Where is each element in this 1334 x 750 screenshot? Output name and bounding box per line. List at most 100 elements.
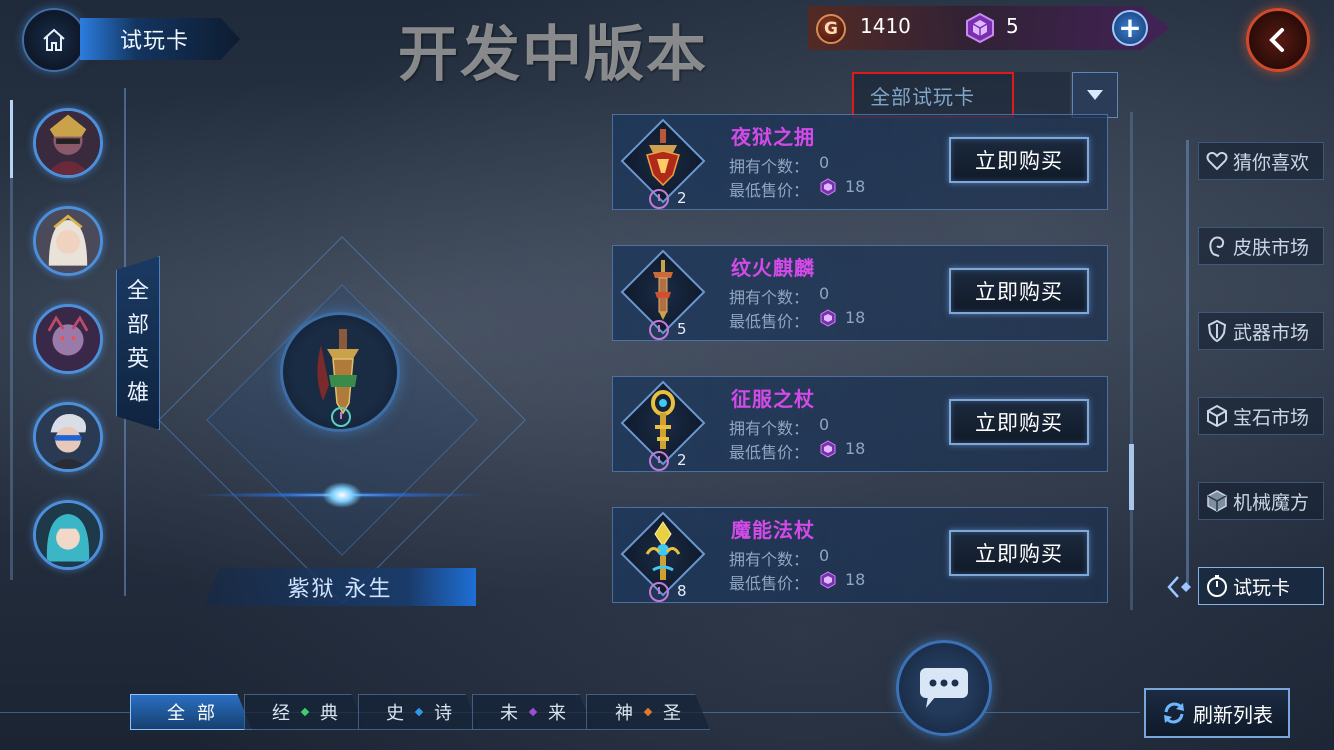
all-heroes-tab[interactable]: 全 部 英 雄 (116, 256, 160, 430)
tab-holy[interactable]: 神 圣 (586, 694, 710, 730)
item-icon (620, 249, 706, 340)
side-nav-gem-market[interactable]: 宝石市场 (1198, 397, 1324, 435)
tab-label: 经 (272, 703, 290, 724)
tab-label: 未 (500, 703, 518, 724)
buy-now-button[interactable]: 立即购买 (949, 137, 1089, 183)
min-price-label: 最低售价： (729, 312, 810, 331)
back-button[interactable] (1246, 8, 1310, 72)
chevron-left-icon (1269, 28, 1284, 52)
tab-classic[interactable]: 经 典 (244, 694, 366, 730)
owned-count-label: 拥有个数： (729, 157, 810, 176)
all-heroes-char: 雄 (126, 381, 149, 406)
item-name: 纹火麒麟 (731, 256, 815, 280)
tab-label: 圣 (663, 703, 681, 724)
gem-cube-icon (1207, 404, 1227, 428)
item-list-scroll-thumb[interactable] (1129, 444, 1134, 510)
all-heroes-char: 英 (126, 347, 149, 372)
tab-label: 神 (615, 703, 633, 724)
add-currency-button[interactable]: + (1112, 10, 1148, 46)
filter-dropdown-button[interactable] (1072, 72, 1118, 118)
min-price-value: 18 (845, 308, 866, 327)
owned-count-label: 拥有个数： (729, 419, 810, 438)
staff-icon (651, 390, 675, 449)
side-nav-guess-you-like[interactable]: 猜你喜欢 (1198, 142, 1324, 180)
hero-avatar-5[interactable] (33, 500, 103, 570)
showcase-item-name: 紫狱 永生 (204, 568, 476, 606)
hero-avatar-1[interactable] (33, 108, 103, 178)
scepter-icon (645, 521, 681, 580)
tab-label: 部 (197, 703, 215, 724)
min-price-value: 18 (845, 177, 866, 196)
item-icon (620, 380, 706, 471)
hero-list-scroll-thumb[interactable] (10, 100, 13, 178)
item-name: 征服之杖 (731, 387, 815, 411)
min-price-label: 最低售价： (729, 443, 810, 462)
rarity-dot-icon (300, 707, 310, 717)
dev-version-watermark: 开发中版本 (398, 20, 708, 90)
card-filter-select[interactable]: 全部试玩卡 (852, 72, 1014, 118)
side-nav-label: 猜你喜欢 (1233, 151, 1310, 174)
timer-icon (1207, 575, 1227, 597)
tab-epic[interactable]: 史 诗 (358, 694, 480, 730)
side-nav-weapon-market[interactable]: 武器市场 (1198, 312, 1324, 350)
min-price-value: 18 (845, 439, 866, 458)
owned-count-value: 0 (819, 153, 830, 172)
hero-avatar-2[interactable] (33, 206, 103, 276)
buy-now-button[interactable]: 立即购买 (949, 530, 1089, 576)
card-filter-field[interactable] (1014, 72, 1070, 118)
list-item: 8 魔能法杖 拥有个数： 0 最低售价： 18 立即购买 (612, 507, 1108, 603)
side-nav-label: 机械魔方 (1233, 491, 1310, 514)
timer-icon (649, 451, 669, 471)
side-nav-trial-card[interactable]: 试玩卡 (1198, 567, 1324, 605)
gem-amount: 5 (1006, 14, 1019, 38)
timer-icon (331, 407, 351, 427)
item-card-count: 2 (677, 451, 687, 469)
buy-now-button[interactable]: 立即购买 (949, 268, 1089, 314)
item-list-scrollbar[interactable] (1130, 112, 1133, 610)
side-nav-rail (1186, 140, 1189, 584)
owned-count-value: 0 (819, 415, 830, 434)
hero-avatar-3[interactable] (33, 304, 103, 374)
refresh-label: 刷新列表 (1193, 702, 1273, 727)
side-nav-skin-market[interactable]: 皮肤市场 (1198, 227, 1324, 265)
min-price-value: 18 (845, 570, 866, 589)
item-name: 魔能法杖 (731, 518, 815, 542)
mech-cube-icon (1207, 490, 1227, 512)
sword-icon (653, 260, 673, 320)
refresh-list-button[interactable]: 刷新列表 (1144, 688, 1290, 738)
showcase-item[interactable] (280, 312, 400, 432)
side-nav-label: 试玩卡 (1233, 576, 1291, 599)
tab-all[interactable]: 全 部 (130, 694, 252, 730)
owned-count-value: 0 (819, 284, 830, 303)
tab-future[interactable]: 未 来 (472, 694, 594, 730)
list-item: 2 夜狱之拥 拥有个数： 0 最低售价： 18 立即购买 (612, 114, 1108, 210)
showcase-glow-core (322, 482, 362, 508)
home-button[interactable] (22, 8, 86, 72)
skin-icon (1209, 236, 1225, 257)
item-icon (620, 118, 706, 209)
owned-count-label: 拥有个数： (729, 288, 810, 307)
side-nav-label: 皮肤市场 (1233, 236, 1310, 259)
timer-icon (649, 582, 669, 602)
chat-bubble-icon (920, 668, 968, 708)
heart-icon (1206, 151, 1228, 171)
gold-coin-icon: G (816, 14, 846, 44)
item-icon (620, 511, 706, 602)
gem-icon (820, 178, 836, 196)
tab-label: 来 (548, 703, 566, 724)
buy-now-button[interactable]: 立即购买 (949, 399, 1089, 445)
hero-avatar-4[interactable] (33, 402, 103, 472)
list-item: 5 纹火麒麟 拥有个数： 0 最低售价： 18 立即购买 (612, 245, 1108, 341)
gem-icon (820, 571, 836, 589)
home-icon (43, 28, 65, 51)
tab-label: 全 (167, 703, 185, 724)
item-card-count: 5 (677, 320, 687, 338)
refresh-icon (1164, 702, 1184, 724)
tab-label: 典 (320, 703, 338, 724)
tab-label: 史 (386, 703, 404, 724)
side-nav-mech-cube[interactable]: 机械魔方 (1198, 482, 1324, 520)
gem-icon (820, 309, 836, 327)
chat-button[interactable] (896, 640, 992, 736)
all-heroes-char: 全 (126, 279, 149, 304)
side-nav-label: 宝石市场 (1233, 406, 1310, 429)
